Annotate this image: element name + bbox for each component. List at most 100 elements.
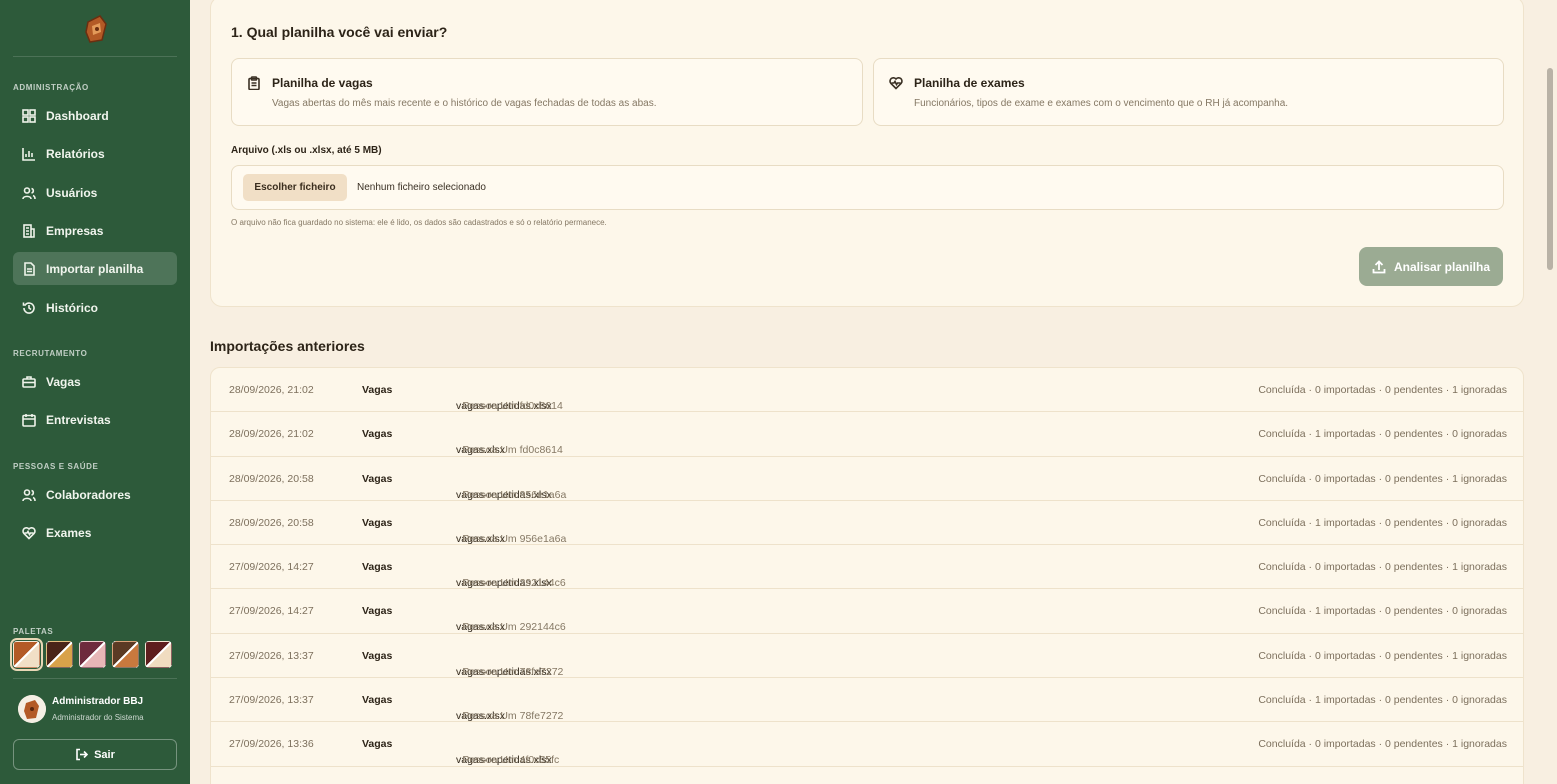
row-date: 27/09/2026, 14:27 <box>229 605 314 618</box>
analyze-button[interactable]: Analisar planilha <box>1359 247 1503 286</box>
sidebar: ADMINISTRAÇÃO Dashboard Relatórios Usuár… <box>0 0 190 784</box>
logout-label: Sair <box>94 748 115 761</box>
row-author: · Pessoa Um fd0c8614 <box>456 400 563 412</box>
building-icon <box>22 223 36 238</box>
table-row[interactable]: 27/09/2026, 14:27 Vagas vagas.xlsx · Pesso… <box>211 589 1523 634</box>
row-date: 27/09/2026, 14:27 <box>229 561 314 574</box>
sidebar-item-label: Vagas <box>46 374 81 389</box>
table-row[interactable]: 28/09/2026, 20:58 Vagas vagas.xlsx · Pesso… <box>211 501 1523 546</box>
row-status: Concluída · 0 importadas · 0 pendentes ·… <box>1258 649 1507 662</box>
file-input[interactable]: Escolher ficheiro Nenhum ficheiro seleci… <box>231 165 1504 210</box>
table-row[interactable]: 27/09/2026, 13:37 Vagas vagas.xlsx · Pesso… <box>211 678 1523 723</box>
option-planilha-exames[interactable]: Planilha de exames Funcionários, tipos d… <box>873 58 1504 126</box>
row-status: Concluída · 0 importadas · 0 pendentes ·… <box>1258 561 1507 574</box>
clipboard-icon <box>247 76 261 91</box>
row-status: Concluída · 1 importadas · 0 pendentes ·… <box>1258 605 1507 618</box>
row-type: Vagas <box>362 561 393 574</box>
option-description: Funcionários, tipos de exame e exames co… <box>914 98 1289 109</box>
section-label-recrutamento: RECRUTAMENTO <box>13 349 88 358</box>
sidebar-item-entrevistas[interactable]: Entrevistas <box>13 403 177 436</box>
row-type: Vagas <box>362 649 393 662</box>
sidebar-item-relatorios[interactable]: Relatórios <box>13 137 177 170</box>
section-label-pessoas-e-saude: PESSOAS E SAÚDE <box>13 462 99 471</box>
row-date: 28/09/2026, 21:02 <box>229 384 314 396</box>
sidebar-item-exames[interactable]: Exames <box>13 516 177 549</box>
sidebar-item-importar-planilha[interactable]: Importar planilha <box>13 252 177 285</box>
upload-icon <box>1372 259 1386 273</box>
table-row[interactable]: 28/09/2026, 21:02 Vagas vagas.xlsx · Pesso… <box>211 412 1523 457</box>
row-status: Concluída · 0 importadas · 0 pendentes ·… <box>1258 472 1507 485</box>
row-type: Vagas <box>362 516 393 529</box>
row-author: · Pessoa Um 292144c6 <box>456 577 566 590</box>
section-label-administracao: ADMINISTRAÇÃO <box>13 83 89 92</box>
history-icon <box>22 301 36 315</box>
row-date: 27/09/2026, 13:37 <box>229 694 314 707</box>
row-date: 27/09/2026, 13:37 <box>229 649 314 662</box>
palette-swatch[interactable] <box>79 641 106 668</box>
palette-swatch[interactable] <box>145 641 172 668</box>
row-date: 27/09/2026, 13:36 <box>229 738 314 751</box>
row-date: 28/09/2026, 20:58 <box>229 516 314 529</box>
sidebar-item-label: Empresas <box>46 223 104 238</box>
row-date: 28/09/2026, 21:02 <box>229 428 314 441</box>
calendar-icon <box>22 413 36 427</box>
palette-swatch[interactable] <box>112 641 139 668</box>
dashboard-icon <box>22 108 36 123</box>
option-description: Vagas abertas do mês mais recente e o hi… <box>272 98 657 109</box>
row-type: Vagas <box>362 738 393 751</box>
heart-pulse-icon <box>22 526 36 540</box>
logout-icon <box>76 748 89 761</box>
user-role: Administrador do Sistema <box>52 713 144 722</box>
sidebar-item-empresas[interactable]: Empresas <box>13 214 177 247</box>
logout-button[interactable]: Sair <box>13 739 177 770</box>
row-status: Concluída · 1 importadas · 0 pendentes ·… <box>1258 428 1507 441</box>
avatar <box>18 695 46 723</box>
row-author: · Pessoa Um 78fe7272 <box>456 665 564 678</box>
palette-swatch[interactable] <box>46 641 73 668</box>
sidebar-item-usuarios[interactable]: Usuários <box>13 176 177 209</box>
row-author: · Pessoa Um 78fe7272 <box>456 710 564 723</box>
row-type: Vagas <box>362 472 393 485</box>
row-status: Concluída · 1 importadas · 0 pendentes ·… <box>1258 694 1507 707</box>
palette-swatches <box>10 638 172 671</box>
analyze-label: Analisar planilha <box>1393 259 1491 274</box>
table-row[interactable]: 27/09/2026, 13:36 Vagas vagas-repetidas.xl… <box>211 722 1523 767</box>
sidebar-item-label: Histórico <box>46 300 99 315</box>
sidebar-item-label: Dashboard <box>46 108 109 123</box>
file-status: Nenhum ficheiro selecionado <box>357 182 486 193</box>
logo-icon[interactable] <box>82 12 110 46</box>
table-row[interactable]: 27/09/2026, 14:27 Vagas vagas-repetidas.xl… <box>211 545 1523 590</box>
sidebar-item-vagas[interactable]: Vagas <box>13 365 177 398</box>
heart-pulse-icon <box>889 76 903 90</box>
row-date: 28/09/2026, 20:58 <box>229 472 314 485</box>
file-label: Arquivo (.xls ou .xlsx, até 5 MB) <box>231 145 382 156</box>
upload-question: 1. Qual planilha você vai enviar? <box>231 24 448 40</box>
chart-icon <box>22 147 36 161</box>
palette-swatch[interactable] <box>10 638 43 671</box>
table-row[interactable]: 27/09/2026, 13:37 Vagas vagas-repetidas.xl… <box>211 634 1523 679</box>
choose-file-button[interactable]: Escolher ficheiro <box>243 174 347 201</box>
file-note: O arquivo não fica guardado no sistema: … <box>231 218 607 227</box>
history-title: Importações anteriores <box>210 338 365 354</box>
divider <box>13 678 177 679</box>
sidebar-item-label: Colaboradores <box>46 487 131 502</box>
upload-card <box>210 0 1524 307</box>
row-author: · Pessoa Um 292144c6 <box>456 621 566 634</box>
user-name: Administrador BBJ <box>52 696 144 707</box>
file-icon <box>22 261 36 276</box>
scrollbar[interactable] <box>1547 68 1553 270</box>
row-status: Concluída · 0 importadas · 0 pendentes ·… <box>1258 384 1507 396</box>
sidebar-item-colaboradores[interactable]: Colaboradores <box>13 478 177 511</box>
sidebar-item-dashboard[interactable]: Dashboard <box>13 99 177 132</box>
row-author: · Pessoa Um 956e1a6a <box>456 532 567 545</box>
table-row[interactable]: 28/09/2026, 21:02 Vagas vagas-repetidas.xl… <box>211 368 1523 413</box>
row-type: Vagas <box>362 694 393 707</box>
sidebar-item-label: Exames <box>46 525 92 540</box>
users-icon <box>22 186 36 200</box>
sidebar-item-historico[interactable]: Histórico <box>13 291 177 324</box>
table-row[interactable]: 28/09/2026, 20:58 Vagas vagas-repetidas.xl… <box>211 457 1523 501</box>
row-author: · Pessoa Um fd0c8614 <box>456 444 563 457</box>
option-planilha-vagas[interactable]: Planilha de vagas Vagas abertas do mês m… <box>231 58 863 126</box>
users-icon <box>22 488 36 502</box>
sidebar-item-label: Relatórios <box>46 146 105 161</box>
